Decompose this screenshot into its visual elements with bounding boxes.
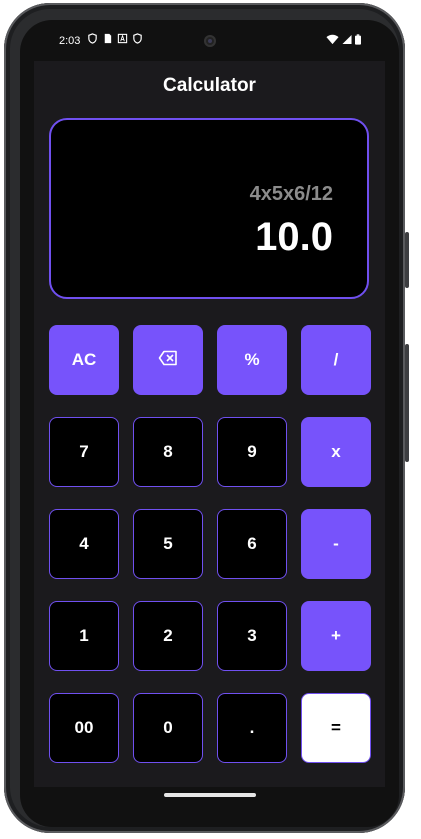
- add-button[interactable]: +: [301, 601, 371, 671]
- digit-5-button[interactable]: 5: [133, 509, 203, 579]
- calculator-app: Calculator 4x5x6/12 10.0 AC % / 7 8 9 x …: [34, 61, 385, 787]
- digit-9-button[interactable]: 9: [217, 417, 287, 487]
- digit-0-button[interactable]: 0: [133, 693, 203, 763]
- wifi-icon: [326, 34, 339, 48]
- decimal-button[interactable]: .: [217, 693, 287, 763]
- gesture-nav-handle[interactable]: [164, 793, 256, 797]
- power-button: [405, 232, 409, 288]
- digit-8-button[interactable]: 8: [133, 417, 203, 487]
- digit-6-button[interactable]: 6: [217, 509, 287, 579]
- notification-icons: [87, 33, 143, 47]
- system-icons: [326, 34, 361, 48]
- battery-icon: [355, 34, 361, 48]
- calculator-display: 4x5x6/12 10.0: [49, 118, 369, 299]
- phone-screen: 2:03 Calculator 4x5x6/12 10.0 AC % / 7 8…: [20, 20, 399, 827]
- digit-3-button[interactable]: 3: [217, 601, 287, 671]
- digit-4-button[interactable]: 4: [49, 509, 119, 579]
- status-time: 2:03: [59, 35, 81, 47]
- volume-button: [405, 344, 409, 462]
- front-camera: [204, 35, 216, 47]
- subtract-button[interactable]: -: [301, 509, 371, 579]
- percent-button[interactable]: %: [217, 325, 287, 395]
- digit-1-button[interactable]: 1: [49, 601, 119, 671]
- signal-icon: [342, 34, 352, 48]
- digit-7-button[interactable]: 7: [49, 417, 119, 487]
- sim-card-icon: [102, 33, 113, 47]
- digit-2-button[interactable]: 2: [133, 601, 203, 671]
- clear-button[interactable]: AC: [49, 325, 119, 395]
- backspace-button[interactable]: [133, 325, 203, 395]
- double-zero-button[interactable]: 00: [49, 693, 119, 763]
- equals-button[interactable]: =: [301, 693, 371, 763]
- result-text: 10.0: [255, 215, 333, 259]
- shield-icon: [132, 33, 143, 47]
- app-title: Calculator: [163, 75, 256, 96]
- a-square-icon: [117, 33, 128, 47]
- expression-text: 4x5x6/12: [249, 183, 333, 205]
- multiply-button[interactable]: x: [301, 417, 371, 487]
- status-bar: 2:03: [20, 20, 399, 62]
- shield-icon: [87, 33, 98, 47]
- backspace-icon: [158, 350, 178, 371]
- divide-button[interactable]: /: [301, 325, 371, 395]
